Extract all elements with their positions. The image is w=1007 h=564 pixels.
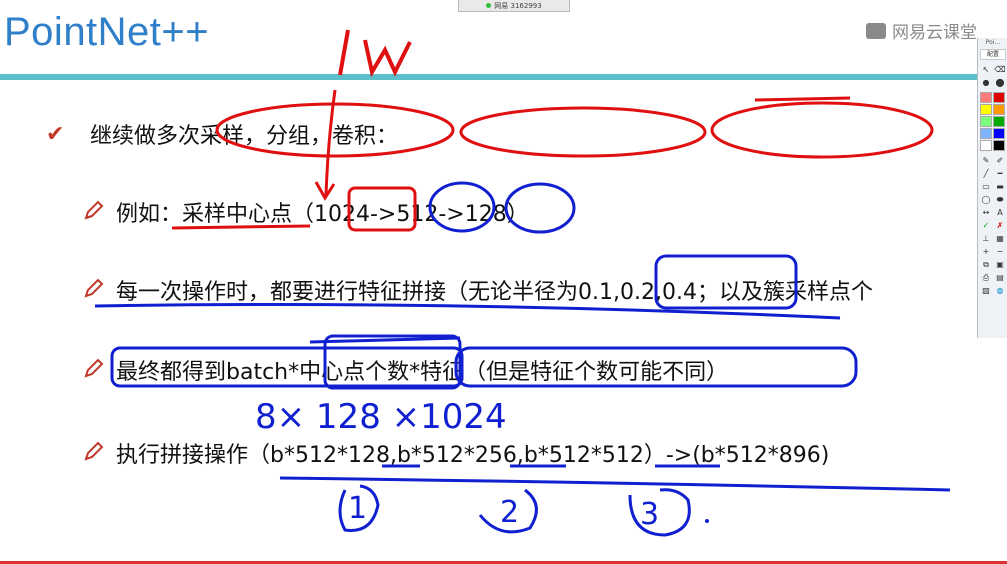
pen-icon[interactable]: ✎	[980, 155, 992, 166]
axis-icon[interactable]: ⊥	[980, 233, 992, 244]
watermark: 网易云课堂	[866, 18, 977, 43]
watermark-text: 网易云课堂	[892, 23, 977, 43]
annotation-num-3: 3	[640, 497, 659, 532]
color-swatch[interactable]	[993, 140, 1005, 151]
color-swatch[interactable]	[993, 104, 1005, 115]
check-icon: ✔	[46, 122, 65, 147]
config-button[interactable]: 配置	[980, 49, 1006, 60]
bullet-3: 每一次操作时，都要进行特征拼接（无论半径为0.1,0.2,0.4；以及簇采样点个	[116, 280, 873, 305]
eraser-icon[interactable]: ⌫	[994, 64, 1006, 75]
dot-large-icon[interactable]: ⬤	[994, 77, 1006, 88]
bullet-2: 例如：采样中心点（1024->512->128）	[116, 202, 529, 227]
dash-icon[interactable]: ━	[994, 168, 1006, 179]
highlighter-icon[interactable]: ✐	[994, 155, 1006, 166]
netease-logo-icon	[866, 22, 886, 39]
globe-icon[interactable]: ◍	[994, 285, 1006, 296]
line-icon[interactable]: ╱	[980, 168, 992, 179]
color-swatch[interactable]	[980, 92, 992, 103]
bullet-1: 继续做多次采样，分组，卷积：	[90, 124, 399, 149]
image-icon[interactable]: ▨	[980, 285, 992, 296]
pencil-icon	[84, 441, 104, 461]
color-swatch[interactable]	[993, 92, 1005, 103]
minus-icon[interactable]: −	[994, 246, 1006, 257]
pointer-icon[interactable]: ↖	[980, 64, 992, 75]
annotation-shape: 8× 128 ×1024	[255, 397, 507, 437]
plus-icon[interactable]: +	[980, 246, 992, 257]
annotation-1w: 1w	[352, 67, 354, 69]
color-swatch[interactable]	[993, 128, 1005, 139]
text-icon[interactable]: A	[994, 207, 1006, 218]
annotation-toolbar: Poi... 配置 ↖ ⌫ ● ⬤ ✎ ✐ ╱ ━ ▭ ▬ ◯ ⬬ ↔ A ✓ …	[977, 38, 1007, 338]
pencil-icon	[84, 358, 104, 378]
color-swatch[interactable]	[980, 140, 992, 151]
save-icon[interactable]: ▣	[994, 259, 1006, 270]
status-dot-icon	[486, 3, 492, 8]
color-swatch[interactable]	[980, 116, 992, 127]
bullet-4: 最终都得到batch*中心点个数*特征（但是特征个数可能不同）	[116, 360, 729, 385]
title-divider	[0, 74, 1007, 80]
annotation-num-2: 2	[500, 495, 519, 530]
filled-ellipse-icon[interactable]: ⬬	[994, 194, 1006, 205]
filled-rect-icon[interactable]: ▬	[994, 181, 1006, 192]
rect-icon[interactable]: ▭	[980, 181, 992, 192]
annotation-num-1: 1	[348, 491, 367, 526]
tick-icon[interactable]: ✓	[980, 220, 992, 231]
monitor-icon[interactable]: ▤	[994, 272, 1006, 283]
top-window-label: 网易 3162993	[494, 1, 542, 10]
color-swatch[interactable]	[993, 116, 1005, 127]
color-swatch[interactable]	[980, 104, 992, 115]
ellipse-icon[interactable]: ◯	[980, 194, 992, 205]
top-window-tab[interactable]: 网易 3162993	[458, 0, 570, 12]
toolbar-title: Poi...	[985, 39, 1001, 46]
color-swatch[interactable]	[980, 128, 992, 139]
grid-icon[interactable]: ▦	[994, 233, 1006, 244]
dot-small-icon[interactable]: ●	[980, 77, 992, 88]
bullet-5: 执行拼接操作（b*512*128,b*512*256,b*512*512）->(…	[116, 443, 830, 468]
pencil-icon	[84, 200, 104, 220]
slide-title: PointNet++	[4, 10, 210, 54]
cross-icon[interactable]: ✗	[994, 220, 1006, 231]
copy-icon[interactable]: ⧉	[980, 259, 992, 270]
color-palette	[980, 92, 1006, 151]
arrows-icon[interactable]: ↔	[980, 207, 992, 218]
print-icon[interactable]: ⎙	[980, 272, 992, 283]
slide-canvas: 网易 3162993 PointNet++ 网易云课堂 ✔ 继续做多次采样，分组…	[0, 0, 1007, 564]
pencil-icon	[84, 278, 104, 298]
